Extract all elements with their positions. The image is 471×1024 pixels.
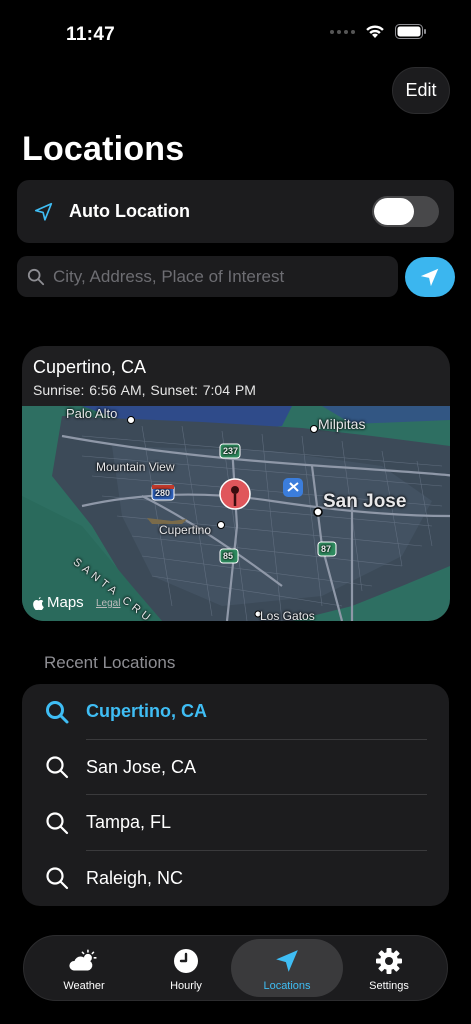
search-field [17,256,398,297]
tab-label: Settings [369,980,409,992]
clock-icon [171,947,201,975]
auto-location-toggle[interactable] [372,196,439,227]
tab-weather[interactable]: Weather [28,939,140,997]
current-location-button[interactable] [405,257,455,297]
location-arrow-icon [34,202,53,221]
auto-location-label: Auto Location [69,201,190,221]
maps-brand-text: Maps [47,594,84,611]
location-map-card[interactable]: Cupertino, CA Sunrise: 6:56 AM, Sunset: … [22,346,450,621]
map-label-milpitas: Milpitas [318,416,366,432]
recent-item-label: Tampa, FL [86,812,172,833]
recent-item-tampa[interactable]: Tampa, FL [22,795,449,851]
search-icon [46,867,69,890]
edit-button[interactable]: Edit [392,67,450,114]
map-city-name: Cupertino, CA [33,357,147,377]
recent-item-label: Cupertino, CA [86,701,207,722]
recent-locations-list: Cupertino, CA San Jose, CA Tampa, FL Ral… [22,684,449,906]
recent-item-cupertino[interactable]: Cupertino, CA [22,684,449,740]
location-arrow-icon [272,947,302,975]
tab-bar: Weather Hourly Locations Settings [23,935,448,1001]
recent-item-label: San Jose, CA [86,756,197,777]
hwy-85-label: 85 [223,551,234,561]
search-icon [27,268,45,285]
hwy-237-label: 237 [223,446,239,456]
map-graphic [22,406,450,621]
weather-icon [69,947,99,975]
map-label-mountain-view: Mountain View [96,460,175,474]
wifi-icon [366,25,384,38]
maps-brand: Maps [32,594,84,611]
apple-logo-icon [33,596,44,610]
recent-locations-title: Recent Locations [44,653,176,672]
tab-label: Weather [63,980,105,992]
locations-screen: 11:47 Edit Locations Auto Location City,… [0,0,471,1024]
search-icon [46,812,69,834]
location-arrow-icon [420,268,439,287]
map-label-cupertino: Cupertino [159,523,212,537]
hwy-280-label: 280 [155,488,171,498]
tab-label: Hourly [170,980,202,992]
search-icon [46,756,69,779]
battery-icon [395,24,426,39]
tab-locations[interactable]: Locations [231,939,343,997]
tab-settings[interactable]: Settings [333,939,445,997]
auto-location-row: Auto Location [17,180,454,243]
map-label-palo-alto: Palo Alto [66,406,118,421]
status-icons [330,24,427,39]
map-label-los-gatos: Los Gatos [260,609,315,621]
toggle-knob [374,198,414,225]
recent-item-san-jose[interactable]: San Jose, CA [22,740,449,795]
tab-label: Locations [263,980,311,992]
map-view[interactable]: Palo Alto Milpitas Mountain View San Jos… [22,406,450,621]
map-label-san-jose: San Jose [323,491,407,512]
sun-times: Sunrise: 6:56 AM, Sunset: 7:04 PM [33,382,256,398]
gear-icon [374,947,404,975]
page-title: Locations [22,130,185,168]
hwy-87-label: 87 [321,544,332,554]
status-time: 11:47 [66,24,116,45]
map-card-header: Cupertino, CA Sunrise: 6:56 AM, Sunset: … [22,346,450,406]
cellular-signal-icon [330,29,355,34]
tab-hourly[interactable]: Hourly [130,939,242,997]
search-input[interactable] [53,266,373,287]
recent-item-raleigh[interactable]: Raleigh, NC [22,851,449,907]
recent-item-label: Raleigh, NC [86,867,184,888]
search-icon [46,700,69,724]
map-legal-link[interactable]: Legal [96,598,120,609]
